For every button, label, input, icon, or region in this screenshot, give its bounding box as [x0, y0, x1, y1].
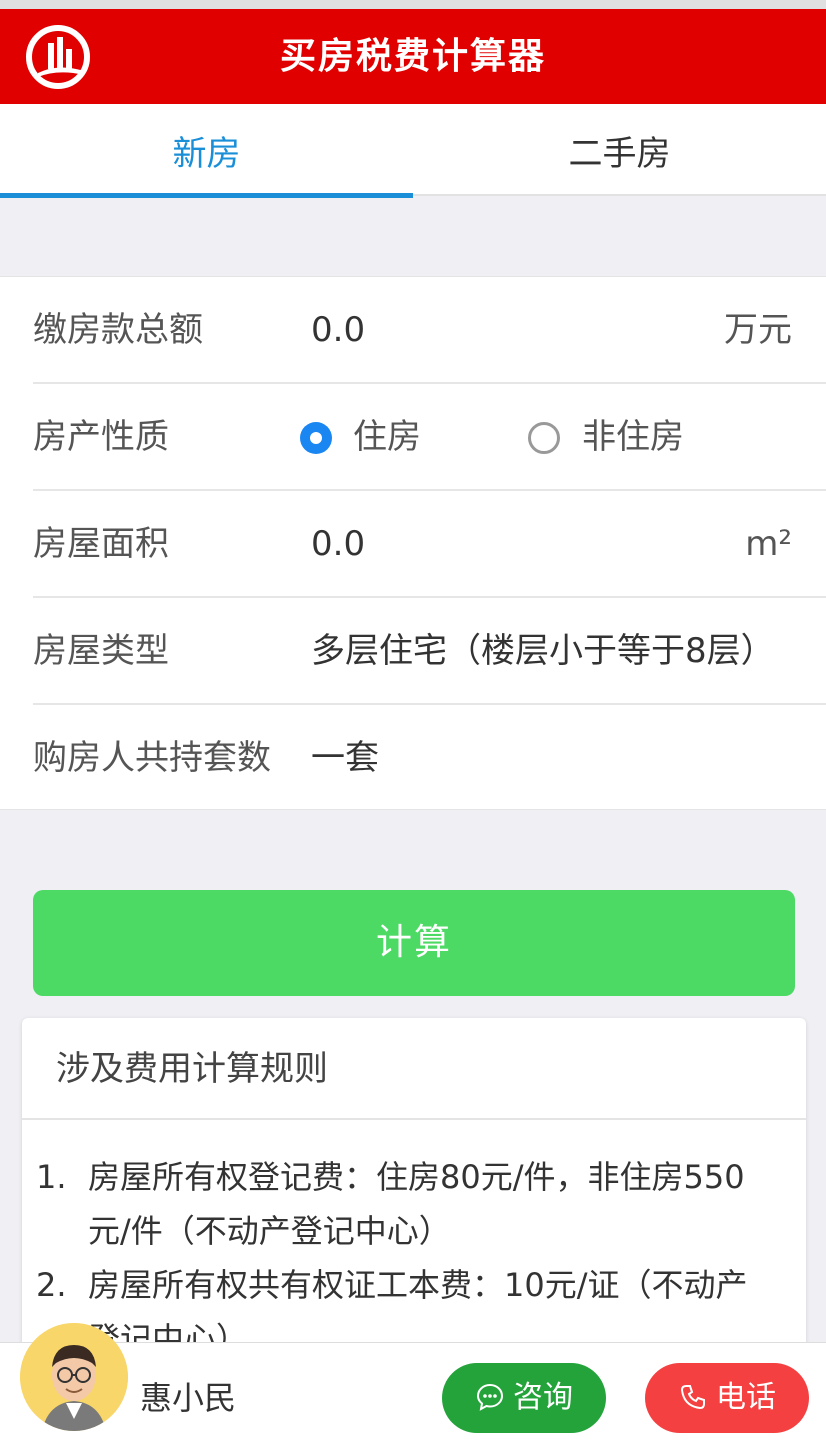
- area-row: 房屋面积 0.0 m²: [33, 491, 826, 598]
- payment-unit: 万元: [724, 310, 792, 350]
- property-nature-label: 房产性质: [33, 417, 169, 457]
- rule-item: 1. 房屋所有权登记费：住房80元/件，非住房550元/件（不动产登记中心）: [36, 1150, 776, 1258]
- tab-bar: 新房 二手房: [0, 104, 826, 198]
- radio-residential[interactable]: [300, 422, 332, 454]
- rule-number: 2.: [36, 1266, 67, 1304]
- house-type-select[interactable]: 多层住宅（楼层小于等于8层）: [311, 598, 798, 705]
- rules-list: 1. 房屋所有权登记费：住房80元/件，非住房550元/件（不动产登记中心） 2…: [22, 1120, 806, 1358]
- agent-name: 惠小民: [140, 1379, 237, 1417]
- app-header: 买房税费计算器: [0, 9, 826, 104]
- rule-text: 房屋所有权登记费：住房80元/件，非住房550元/件（不动产登记中心）: [88, 1158, 745, 1250]
- radio-non-residential[interactable]: [528, 422, 560, 454]
- phone-button[interactable]: 电话: [645, 1363, 809, 1433]
- house-type-row: 房屋类型 多层住宅（楼层小于等于8层）: [33, 598, 826, 705]
- rules-title: 涉及费用计算规则: [22, 1018, 806, 1120]
- area-label: 房屋面积: [33, 524, 169, 564]
- bottom-contact-bar: 惠小民 咨询 电话: [0, 1323, 826, 1449]
- tab-second-hand-house[interactable]: 二手房: [413, 104, 826, 194]
- units-owned-row: 购房人共持套数 一套: [33, 705, 826, 812]
- payment-label: 缴房款总额: [33, 310, 203, 350]
- agent-avatar-icon: [20, 1323, 128, 1431]
- calculate-button[interactable]: 计算: [33, 890, 795, 996]
- tax-form: 缴房款总额 0.0 万元 房产性质 住房 非住房 房屋面积 0.0 m² 房屋类…: [0, 276, 826, 810]
- rule-number: 1.: [36, 1158, 67, 1196]
- chat-bubble-icon: [476, 1383, 504, 1411]
- property-nature-row: 房产性质 住房 非住房: [33, 384, 826, 491]
- payment-input[interactable]: 0.0: [311, 277, 365, 384]
- radio-non-residential-label[interactable]: 非住房: [582, 384, 684, 491]
- page-title: 买房税费计算器: [279, 36, 546, 77]
- consult-label: 咨询: [513, 1380, 573, 1415]
- house-type-label: 房屋类型: [33, 631, 169, 671]
- phone-label: 电话: [716, 1380, 776, 1415]
- area-unit: m²: [745, 524, 792, 564]
- units-owned-select[interactable]: 一套: [311, 705, 379, 812]
- units-owned-label: 购房人共持套数: [33, 738, 271, 778]
- area-input[interactable]: 0.0: [311, 491, 365, 598]
- rules-panel: 涉及费用计算规则 1. 房屋所有权登记费：住房80元/件，非住房550元/件（不…: [22, 1018, 806, 1358]
- status-strip: [0, 0, 826, 9]
- agent-avatar[interactable]: [20, 1323, 128, 1431]
- tab-new-house[interactable]: 新房: [0, 104, 413, 198]
- radio-residential-label[interactable]: 住房: [353, 384, 421, 491]
- consult-button[interactable]: 咨询: [442, 1363, 606, 1433]
- phone-icon: [680, 1384, 705, 1409]
- payment-row: 缴房款总额 0.0 万元: [33, 277, 826, 384]
